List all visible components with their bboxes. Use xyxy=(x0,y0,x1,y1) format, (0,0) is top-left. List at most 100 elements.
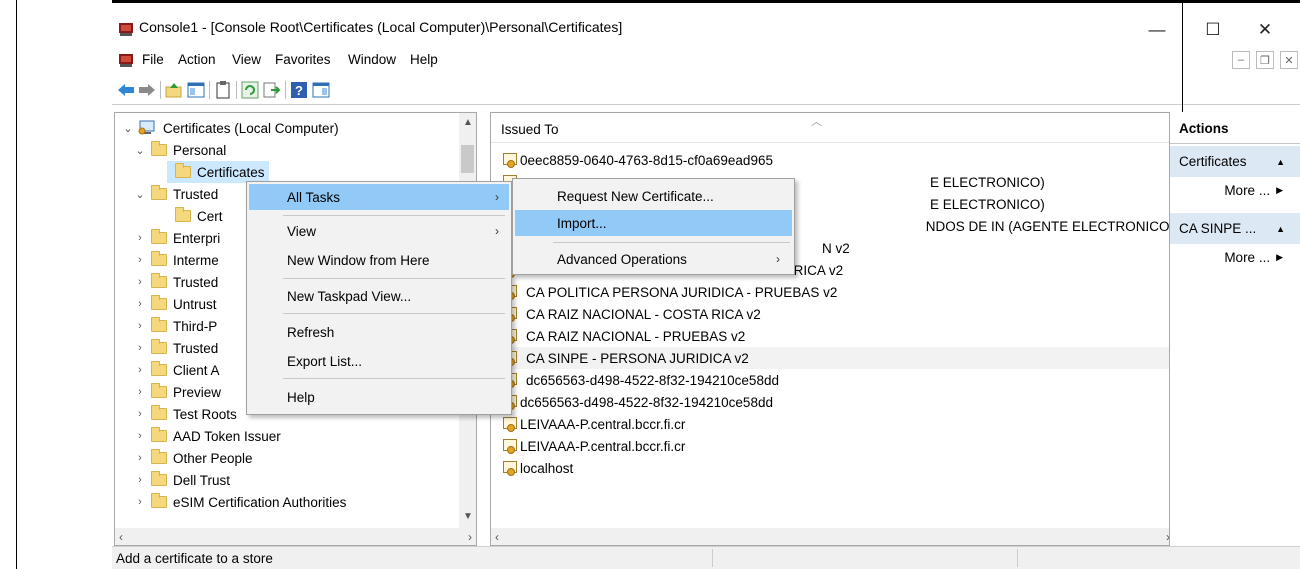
scroll-left-icon[interactable]: ‹ xyxy=(119,530,123,544)
tree-item-certificates-local-computer[interactable]: ⌄ Certificates (Local Computer) xyxy=(121,117,339,139)
folder-icon xyxy=(151,471,167,486)
folder-icon xyxy=(151,295,167,310)
forward-arrow-icon[interactable] xyxy=(137,80,157,100)
tree-item-third-party[interactable]: › Third-P xyxy=(133,315,217,337)
back-arrow-icon[interactable] xyxy=(116,80,136,100)
list-item[interactable]: 0eec8859-0640-4763-8d15-cf0a69ead965 xyxy=(491,149,1174,171)
properties-icon[interactable] xyxy=(213,80,233,100)
menu-help[interactable]: Help xyxy=(410,52,438,67)
tree-item-test-roots[interactable]: › Test Roots xyxy=(133,403,237,425)
scroll-down-icon[interactable]: ▼ xyxy=(463,511,473,522)
list-item[interactable]: LEIVAAA-P.central.bccr.fi.cr xyxy=(491,435,1174,457)
show-hide-action-pane-icon[interactable] xyxy=(311,80,331,100)
menu-item-refresh[interactable]: Refresh xyxy=(249,319,509,345)
list-item[interactable]: CA POLITICA PERSONA JURIDICA - PRUEBAS v… xyxy=(491,281,1174,303)
menu-window[interactable]: Window xyxy=(348,52,396,67)
tree-item-trusted-root[interactable]: ⌄ Trusted xyxy=(133,183,218,205)
actions-more-button[interactable]: More ... ▶ xyxy=(1170,177,1300,203)
menu-item-new-window-from-here[interactable]: New Window from Here xyxy=(249,247,509,273)
chevron-right-icon[interactable]: › xyxy=(133,275,147,289)
title-bar[interactable]: Console1 - [Console Root\Certificates (L… xyxy=(112,3,1300,47)
chevron-right-icon[interactable]: › xyxy=(133,231,147,245)
chevron-right-icon[interactable]: › xyxy=(133,495,147,509)
submenu-arrow-icon: › xyxy=(495,190,499,204)
maximize-button[interactable]: ☐ xyxy=(1190,13,1236,47)
certificate-icon xyxy=(502,460,518,476)
list-item-label: E ELECTRONICO) xyxy=(930,196,1045,212)
tree-item-dell-trust[interactable]: › Dell Trust xyxy=(133,469,230,491)
list-item[interactable]: localhost xyxy=(491,457,1174,479)
tree-item-personal[interactable]: ⌄ Personal xyxy=(133,139,226,161)
chevron-right-icon[interactable]: › xyxy=(133,407,147,421)
list-item[interactable]: CA RAIZ NACIONAL - COSTA RICA v2 xyxy=(491,303,1174,325)
tree-item-personal-certificates[interactable]: Certificates xyxy=(167,161,269,183)
menu-item-import[interactable]: Import... xyxy=(515,210,792,236)
close-button[interactable]: ✕ xyxy=(1242,13,1288,47)
chevron-right-icon[interactable]: › xyxy=(133,451,147,465)
list-item[interactable]: dc656563-d498-4522-8f32-194210ce58dd xyxy=(491,391,1174,413)
minimize-button[interactable]: — xyxy=(1134,13,1180,47)
menu-view[interactable]: View xyxy=(232,52,261,67)
up-folder-icon[interactable] xyxy=(164,80,184,100)
tree-item-enterprise[interactable]: › Enterpri xyxy=(133,227,220,249)
mmc-system-menu-icon[interactable] xyxy=(118,52,134,68)
chevron-right-icon[interactable]: › xyxy=(133,297,147,311)
tree-item-other-people[interactable]: › Other People xyxy=(133,447,253,469)
actions-more-button[interactable]: More ... ▶ xyxy=(1170,244,1300,270)
tree-item-intermediate[interactable]: › Interme xyxy=(133,249,219,271)
mdi-minimize-icon[interactable]: – xyxy=(1232,51,1250,69)
chevron-right-icon[interactable]: › xyxy=(133,473,147,487)
menu-item-new-taskpad-view[interactable]: New Taskpad View... xyxy=(249,283,509,309)
column-header-label: Issued To xyxy=(501,122,559,137)
chevron-right-icon[interactable]: › xyxy=(133,363,147,377)
mdi-close-icon[interactable]: ✕ xyxy=(1280,51,1298,69)
tree-item-trusted-root-certificates[interactable]: Cert xyxy=(167,205,223,227)
chevron-right-icon[interactable]: › xyxy=(133,319,147,333)
menu-favorites[interactable]: Favorites xyxy=(275,52,331,67)
chevron-right-icon[interactable]: › xyxy=(133,385,147,399)
list-item-selected[interactable]: CA SINPE - PERSONA JURIDICA v2 xyxy=(491,347,1174,369)
chevron-down-icon[interactable]: ⌄ xyxy=(133,187,147,201)
menu-file[interactable]: File xyxy=(142,52,164,67)
scroll-left-icon[interactable]: ‹ xyxy=(495,530,499,544)
scroll-right-icon[interactable]: › xyxy=(468,530,472,544)
menu-item-request-new-certificate[interactable]: Request New Certificate... xyxy=(515,183,792,209)
actions-pane: Actions Certificates ▲ More ... ▶ CA SIN… xyxy=(1169,112,1300,546)
menu-item-help[interactable]: Help xyxy=(249,384,509,410)
tree-scroll-thumb[interactable] xyxy=(461,145,474,173)
menu-item-export-list[interactable]: Export List... xyxy=(249,348,509,374)
collapse-up-icon[interactable]: ▲ xyxy=(1276,224,1285,234)
tree-horizontal-scrollbar[interactable]: ‹ › xyxy=(115,528,476,545)
column-header-issued-to[interactable]: Issued To ︿ xyxy=(491,113,1174,143)
mdi-restore-icon[interactable]: ❐ xyxy=(1256,51,1274,69)
export-list-icon[interactable] xyxy=(262,80,282,100)
tree-item-preview[interactable]: › Preview xyxy=(133,381,221,403)
tree-item-aad-token-issuer[interactable]: › AAD Token Issuer xyxy=(133,425,281,447)
tree-item-trusted-publishers[interactable]: › Trusted xyxy=(133,271,218,293)
menu-item-advanced-operations[interactable]: Advanced Operations › xyxy=(515,246,792,272)
help-icon[interactable]: ? xyxy=(289,80,309,100)
list-item[interactable]: LEIVAAA-P.central.bccr.fi.cr xyxy=(491,413,1174,435)
chevron-down-icon[interactable]: ⌄ xyxy=(133,143,147,157)
show-hide-console-tree-icon[interactable] xyxy=(186,80,206,100)
tree-item-untrusted[interactable]: › Untrust xyxy=(133,293,217,315)
folder-icon xyxy=(151,361,167,376)
list-item[interactable]: CA RAIZ NACIONAL - PRUEBAS v2 xyxy=(491,325,1174,347)
chevron-right-icon[interactable]: › xyxy=(133,341,147,355)
actions-group-certificates[interactable]: Certificates ▲ xyxy=(1170,146,1300,177)
tree-item-esim-certification-authorities[interactable]: › eSIM Certification Authorities xyxy=(133,491,346,513)
menu-item-view[interactable]: View › xyxy=(249,218,509,244)
menu-action[interactable]: Action xyxy=(178,52,216,67)
list-item[interactable]: dc656563-d498-4522-8f32-194210ce58dd xyxy=(491,369,1174,391)
chevron-down-icon[interactable]: ⌄ xyxy=(121,121,135,135)
tree-item-client-auth[interactable]: › Client A xyxy=(133,359,220,381)
chevron-right-icon[interactable]: › xyxy=(133,253,147,267)
refresh-icon[interactable] xyxy=(240,80,260,100)
collapse-up-icon[interactable]: ▲ xyxy=(1276,157,1285,167)
list-horizontal-scrollbar[interactable]: ‹ › xyxy=(491,528,1174,545)
tree-item-trusted-people[interactable]: › Trusted xyxy=(133,337,218,359)
actions-group-ca-sinpe[interactable]: CA SINPE ... ▲ xyxy=(1170,213,1300,244)
menu-item-all-tasks[interactable]: All Tasks › xyxy=(249,184,509,210)
chevron-right-icon[interactable]: › xyxy=(133,429,147,443)
scroll-up-icon[interactable]: ▲ xyxy=(463,117,473,128)
